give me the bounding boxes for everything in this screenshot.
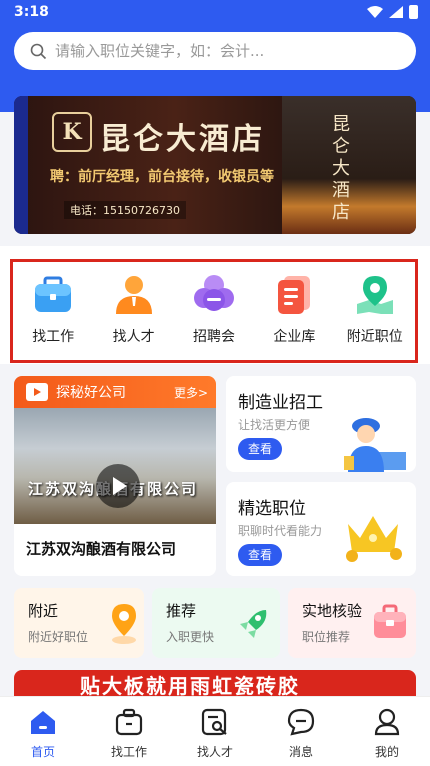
tab-messages[interactable]: 消息 [258, 697, 344, 766]
tab-label: 我的 [374, 745, 399, 759]
mini-card-nearby[interactable]: 附近 附近好职位 [14, 588, 144, 658]
featured-jobs-card[interactable]: 精选职位 职聊时代看能力 查看 [226, 482, 416, 576]
location-pin-icon [112, 604, 136, 644]
quick-link-find-job[interactable]: 找工作 [14, 272, 92, 346]
card-title: 制造业招工 [238, 393, 323, 413]
play-icon [113, 477, 127, 495]
message-icon [287, 708, 315, 736]
featured-view-button[interactable]: 查看 [238, 544, 282, 566]
status-time: 3:18 [14, 4, 49, 20]
mini-card-title: 推荐 [166, 602, 197, 620]
card-title: 精选职位 [238, 499, 306, 519]
mini-card-subtitle: 职位推荐 [302, 630, 351, 644]
search-input[interactable] [55, 42, 385, 60]
quick-link-job-fair[interactable]: 招聘会 [175, 272, 253, 346]
quick-link-label: 找工作 [32, 329, 75, 345]
tab-label: 找人才 [196, 745, 233, 759]
video-tag-icon [26, 383, 48, 401]
fair-cloud-icon [193, 275, 234, 311]
bottom-tab-bar: 首页 找工作 找人才 消息 我的 [0, 696, 430, 766]
mini-card-title: 附近 [28, 602, 59, 620]
tab-profile[interactable]: 我的 [344, 697, 430, 766]
tab-find-job[interactable]: 找工作 [86, 697, 172, 766]
mini-card-subtitle: 附近好职位 [28, 630, 89, 644]
mini-card-title: 实地核验 [302, 602, 363, 620]
hotel-building-sign: 昆仑大酒店 [329, 114, 350, 224]
hotel-banner[interactable]: K 昆仑大酒店 聘：前厅经理，前台接待，收银员等 电话：15150726730 … [14, 96, 416, 234]
manufacturing-card[interactable]: 制造业招工 让找活更方便 查看 [226, 376, 416, 472]
worker-illustration-icon [344, 418, 406, 472]
map-pin-icon [356, 276, 393, 314]
tab-home[interactable]: 首页 [0, 697, 86, 766]
explore-title: 探秘好公司 [56, 385, 126, 401]
explore-company-card[interactable]: 探秘好公司 更多> 江苏双沟酿酒有限公司 江苏双沟酿酒有限公司 [14, 376, 216, 576]
tab-label: 首页 [30, 745, 55, 759]
search-bar[interactable] [14, 32, 416, 70]
verify-briefcase-icon [374, 604, 406, 638]
profile-icon [374, 708, 400, 736]
status-bar: 3:18 [0, 0, 430, 26]
banner-subtitle: 聘：前厅经理，前台接待，收银员等 [50, 169, 274, 185]
signal-icon [389, 6, 403, 18]
talent-search-icon [201, 708, 227, 736]
mini-card-subtitle: 入职更快 [166, 630, 215, 644]
mini-card-verification[interactable]: 实地核验 职位推荐 [288, 588, 416, 658]
card-subtitle: 职聊时代看能力 [238, 524, 323, 538]
promo-text: 贴大板就用雨虹瓷砖胶 [80, 674, 300, 698]
crown-coins-icon [346, 516, 402, 562]
battery-icon [409, 5, 418, 19]
wifi-icon [367, 6, 383, 18]
quick-link-nearby-jobs[interactable]: 附近职位 [336, 272, 414, 346]
quick-link-label: 招聘会 [192, 329, 235, 345]
explore-header: 探秘好公司 更多> [14, 376, 216, 408]
home-icon [31, 711, 55, 734]
banner-title: 昆仑大酒店 [100, 122, 265, 157]
company-doc-icon [278, 276, 311, 314]
quick-link-label: 附近职位 [346, 329, 403, 345]
tab-label: 消息 [288, 745, 313, 759]
tab-find-talent[interactable]: 找人才 [172, 697, 258, 766]
banner-stripe [14, 96, 28, 234]
rocket-icon [240, 610, 267, 638]
banner-phone: 电话：15150726730 [64, 201, 186, 219]
quick-links: 找工作 找人才 招聘会 企业库 附近职位 [10, 259, 418, 363]
quick-link-label: 企业库 [273, 329, 316, 345]
play-button[interactable] [96, 464, 140, 508]
quick-link-label: 找人才 [112, 329, 155, 345]
job-bag-icon [115, 708, 143, 736]
person-icon [115, 276, 152, 314]
company-name: 江苏双沟酿酒有限公司 [26, 540, 177, 558]
mini-card-recommend[interactable]: 推荐 入职更快 [152, 588, 280, 658]
manufacturing-view-button[interactable]: 查看 [238, 438, 282, 460]
hotel-logo-icon: K [52, 112, 92, 152]
search-icon [30, 43, 47, 59]
card-subtitle: 让找活更方便 [238, 418, 311, 432]
explore-more-link[interactable]: 更多> [174, 384, 208, 401]
briefcase-icon [35, 276, 72, 312]
tab-label: 找工作 [110, 745, 147, 759]
company-video[interactable]: 江苏双沟酿酒有限公司 [14, 408, 216, 524]
quick-link-find-talent[interactable]: 找人才 [95, 272, 173, 346]
quick-link-company-library[interactable]: 企业库 [255, 272, 333, 346]
